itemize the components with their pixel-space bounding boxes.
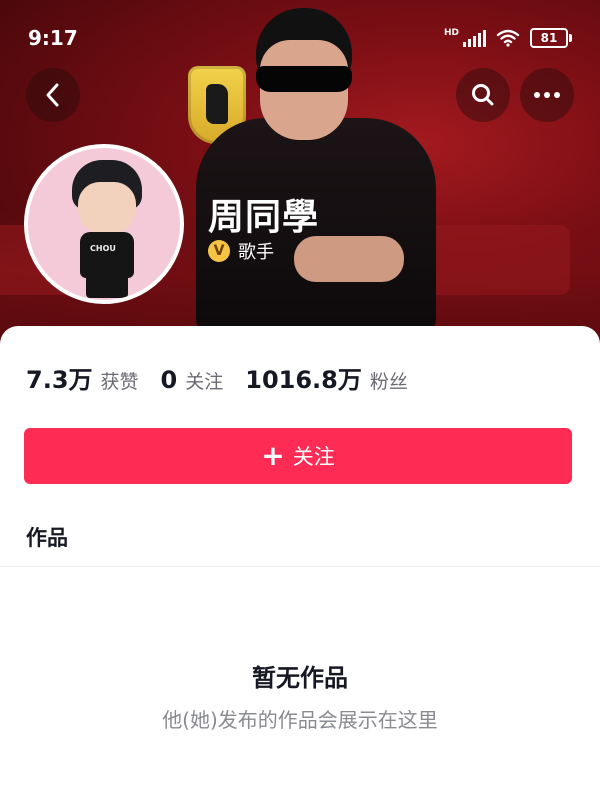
status-icons: HD 81 bbox=[444, 28, 572, 48]
empty-state-title: 暂无作品 bbox=[252, 664, 348, 692]
divider bbox=[0, 566, 600, 567]
plus-icon: + bbox=[261, 439, 285, 472]
battery-icon: 81 bbox=[530, 28, 572, 48]
avatar-shirt-text: CHOU bbox=[90, 244, 116, 253]
verified-badge-icon: V bbox=[208, 240, 230, 262]
avatar[interactable]: CHOU bbox=[24, 144, 184, 304]
signal-icon bbox=[463, 29, 486, 47]
follow-button-label: 关注 bbox=[292, 445, 335, 469]
stat-following-label: 关注 bbox=[185, 371, 224, 393]
profile-card: 7.3万 获赞 0 关注 1016.8万 粉丝 + 关注 作品 暂无作品 他(她… bbox=[0, 326, 600, 788]
verification-label: 歌手 bbox=[238, 242, 274, 263]
hd-badge: HD bbox=[443, 28, 459, 38]
status-time: 9:17 bbox=[28, 26, 78, 50]
more-options-button[interactable] bbox=[520, 68, 574, 122]
tab-works[interactable]: 作品 bbox=[26, 522, 68, 552]
more-dots-icon bbox=[534, 92, 560, 98]
verification-tag: V 歌手 bbox=[208, 238, 274, 264]
search-icon bbox=[472, 84, 494, 106]
stat-following-value: 0 bbox=[160, 366, 178, 394]
empty-state-subtitle: 他(她)发布的作品会展示在这里 bbox=[162, 708, 438, 732]
battery-level: 81 bbox=[530, 28, 568, 48]
stat-likes-value: 7.3万 bbox=[26, 366, 93, 394]
stats-row: 7.3万 获赞 0 关注 1016.8万 粉丝 bbox=[26, 360, 408, 395]
banner-photo-person bbox=[196, 0, 446, 330]
stat-followers-value: 1016.8万 bbox=[245, 366, 362, 394]
stat-followers-label: 粉丝 bbox=[369, 371, 408, 393]
chevron-left-icon bbox=[46, 83, 59, 107]
search-button[interactable] bbox=[456, 68, 510, 122]
profile-name: 周同學 bbox=[208, 197, 320, 238]
profile-screen: 9:17 HD 81 CHOU 周同學 V 歌手 7.3万 获赞 0 关注 10… bbox=[0, 0, 600, 788]
follow-button[interactable]: + 关注 bbox=[24, 428, 572, 484]
stat-likes-label: 获赞 bbox=[100, 371, 139, 393]
stat-followers[interactable]: 1016.8万 粉丝 bbox=[245, 360, 408, 395]
wifi-icon bbox=[496, 29, 520, 47]
stat-following[interactable]: 0 关注 bbox=[161, 366, 224, 394]
stat-likes[interactable]: 7.3万 获赞 bbox=[26, 360, 139, 395]
back-button[interactable] bbox=[26, 68, 80, 122]
